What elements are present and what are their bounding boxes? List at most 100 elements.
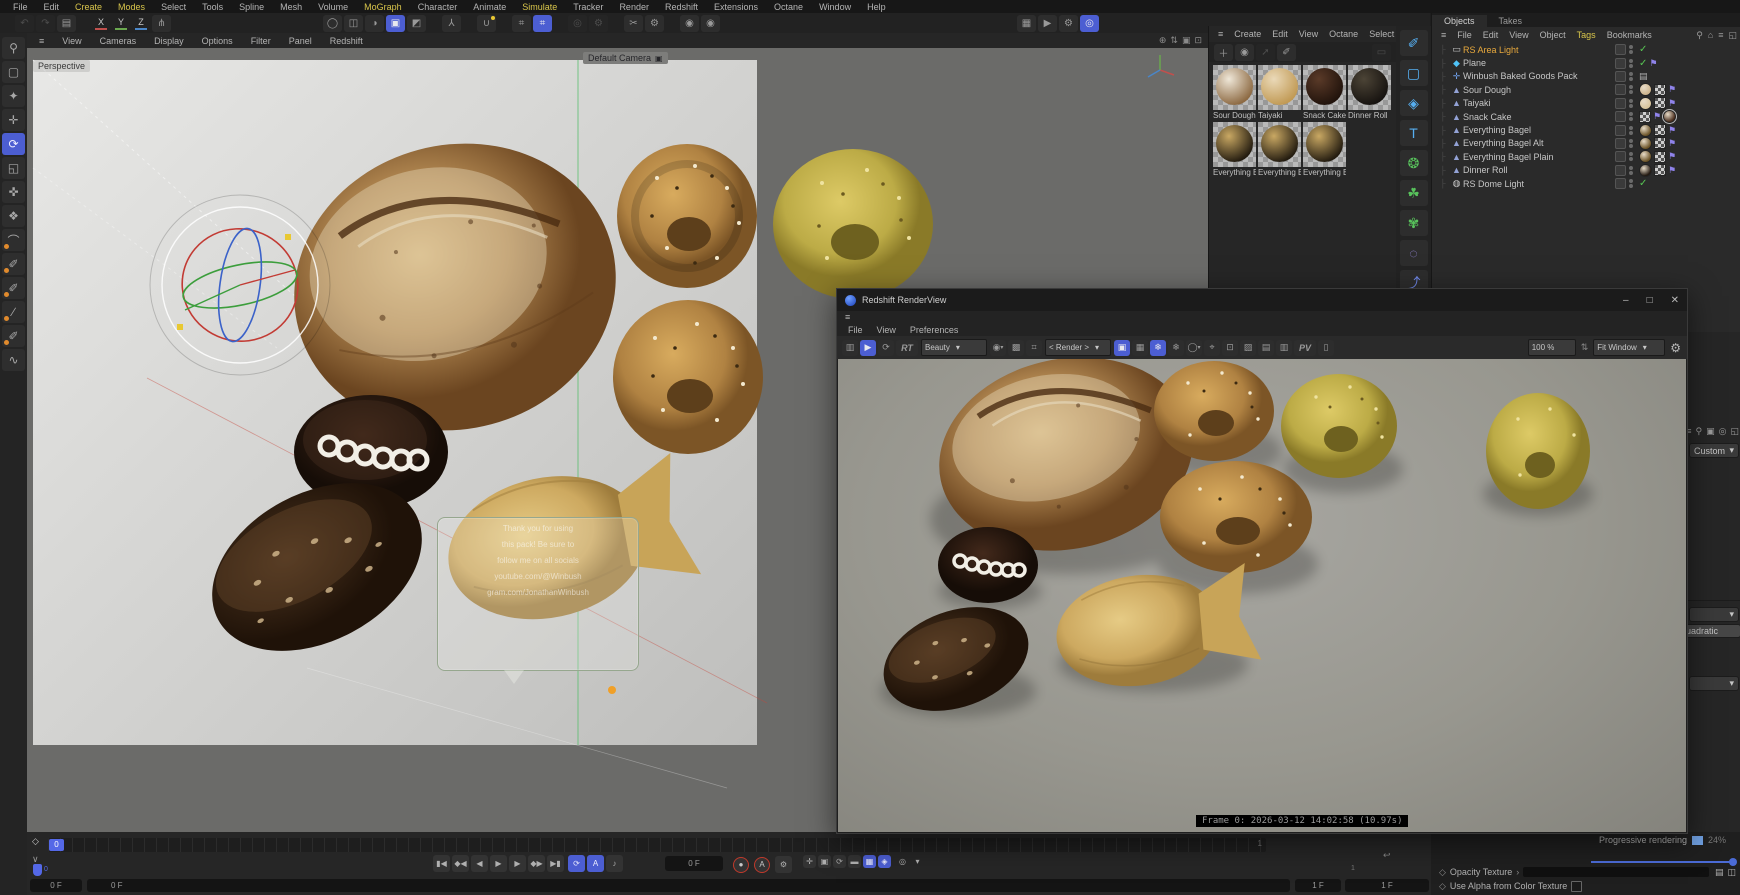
lock-render-icon[interactable]: ▣ [1114, 339, 1130, 356]
custom-preset-select[interactable]: Custom ▾ [1689, 443, 1739, 458]
visibility-dots[interactable] [1629, 165, 1633, 175]
phong-tag-icon[interactable]: ⚑ [1668, 151, 1676, 162]
zoom-level-field[interactable]: 100 % [1527, 339, 1576, 356]
everything-bagel-alt[interactable] [613, 300, 763, 454]
material-menu-edit[interactable]: Edit [1267, 29, 1293, 39]
uvw-tag-icon[interactable] [1654, 97, 1666, 110]
text-spline-icon[interactable]: T [1399, 120, 1428, 146]
axis-center-icon[interactable]: ◉ [701, 14, 720, 32]
cloner-icon[interactable]: ☘ [1399, 180, 1428, 206]
renderview-menu-preferences[interactable]: Preferences [903, 325, 966, 335]
object-row-everything-bagel-alt[interactable]: ├ ▲ Everything Bagel Alt ⚑ [1432, 136, 1740, 150]
quadratic-select[interactable]: uadratic [1681, 624, 1740, 638]
spline-point-icon[interactable]: ✐ [2, 277, 25, 299]
save-image-icon[interactable]: ▤ [1258, 339, 1274, 356]
visibility-dots[interactable] [1629, 45, 1633, 55]
phong-tag-icon[interactable]: ⚑ [1668, 84, 1676, 95]
render-image[interactable]: Frame 0: 2026-03-12 14:02:58 (10.97s) [838, 359, 1686, 832]
maximize-button[interactable]: □ [1647, 295, 1653, 306]
object-row-taiyaki[interactable]: ├ ▲ Taiyaki ⚑ [1432, 96, 1740, 110]
material-tag-icon[interactable] [1639, 96, 1652, 110]
tab-objects[interactable]: Objects [1432, 15, 1487, 27]
material-everything-b[interactable]: Everything B [1213, 122, 1256, 177]
tab-takes[interactable]: Takes [1487, 15, 1535, 27]
autokey-button[interactable]: A [754, 856, 770, 873]
prev-frame-button[interactable]: ◀ [471, 855, 488, 872]
render-settings-icon[interactable]: ⚙ [1059, 14, 1078, 32]
rt-toggle[interactable]: RT [896, 339, 918, 356]
visibility-dots[interactable] [1629, 138, 1633, 148]
visibility-dots[interactable] [1629, 179, 1633, 189]
undo-icon[interactable]: ↶ [15, 14, 34, 32]
visibility-dots[interactable] [1629, 98, 1633, 108]
menu-help[interactable]: Help [860, 2, 893, 12]
material-everything-b[interactable]: Everything B [1303, 122, 1346, 177]
load-material-icon[interactable]: ➚ [1256, 43, 1275, 61]
uvw-tag-icon[interactable] [1639, 110, 1651, 123]
content-browser-icon[interactable]: ▤ [57, 14, 76, 32]
loop-button[interactable]: ⟳ [568, 855, 585, 872]
layer-box[interactable] [1615, 137, 1626, 149]
eyedropper-icon[interactable]: ✐ [1277, 43, 1296, 61]
material-thumbnail[interactable] [1213, 122, 1256, 167]
mode-select[interactable]: ▾ [1689, 676, 1739, 691]
live-selection-icon[interactable]: ▢ [2, 61, 25, 83]
layer-box[interactable] [1615, 164, 1626, 176]
spline-point[interactable] [608, 686, 616, 694]
home-icon[interactable]: ⌂ [1708, 30, 1713, 40]
move-icon[interactable]: ✛ [2, 109, 25, 131]
material-tag-icon[interactable] [1639, 123, 1652, 137]
prev-key-button[interactable]: ◆◀ [452, 855, 469, 872]
snap-icon[interactable]: ∪ [477, 14, 496, 32]
to-pv-icon[interactable]: PV [1294, 339, 1316, 356]
material-menu-view[interactable]: View [1294, 29, 1323, 39]
material-thumbnail[interactable] [1213, 65, 1256, 110]
material-dinner-roll[interactable]: Dinner Roll [1348, 65, 1391, 120]
goto-start-button[interactable]: ▮◀ [433, 855, 450, 872]
visibility-dots[interactable] [1629, 85, 1633, 95]
renderview-titlebar[interactable]: Redshift RenderView – □ ✕ [837, 289, 1687, 311]
spline-pen-tool-icon[interactable]: ✐ [1399, 30, 1428, 56]
everything-bagel[interactable] [617, 144, 757, 288]
layer-box[interactable] [1615, 151, 1626, 163]
aov-select[interactable]: Beauty ▾ [921, 339, 987, 356]
visibility-dots[interactable] [1629, 125, 1633, 135]
zoom-stepper[interactable]: ⇅ [1581, 342, 1589, 353]
popout-icon[interactable]: ◱ [1728, 30, 1737, 41]
range-slider[interactable]: 0 F [87, 879, 1290, 892]
menu-spline[interactable]: Spline [232, 2, 271, 12]
add-material-icon[interactable]: ＋ [1214, 43, 1233, 61]
layer-box[interactable] [1615, 57, 1626, 69]
material-everything-b[interactable]: Everything B [1258, 122, 1301, 177]
snapshot-b-icon[interactable]: ❄ [1168, 339, 1184, 356]
menu-modes[interactable]: Modes [111, 2, 152, 12]
layer-box[interactable] [1615, 178, 1626, 190]
material-thumbnail[interactable] [1258, 65, 1301, 110]
render-pv-icon[interactable]: ▶ [1038, 14, 1057, 32]
vp-maximize-icon[interactable]: ▣ [1182, 35, 1191, 46]
renderview-settings-icon[interactable]: ⚙ [1670, 341, 1681, 355]
key-rotation-icon[interactable]: ⟳ [833, 855, 846, 868]
enabled-check-icon[interactable]: ✓ [1639, 44, 1647, 55]
animation-mode-icon[interactable]: ◩ [407, 14, 426, 32]
material-taiyaki[interactable]: Taiyaki [1258, 65, 1301, 120]
object-menu-tags[interactable]: Tags [1572, 30, 1601, 40]
layer-box[interactable] [1615, 111, 1626, 123]
viewport-menu-view[interactable]: View [54, 36, 89, 46]
uvw-tag-icon[interactable] [1654, 83, 1666, 96]
autokey-range-button[interactable]: A [587, 855, 604, 872]
viewport-menu-display[interactable]: Display [146, 36, 192, 46]
character-tools-icon[interactable]: ⅄ [442, 14, 461, 32]
menu-select[interactable]: Select [154, 2, 193, 12]
visibility-dots[interactable] [1629, 112, 1633, 122]
object-menu-view[interactable]: View [1504, 30, 1533, 40]
enabled-check-icon[interactable]: ✓ [1639, 178, 1647, 189]
attr-arrow-icon[interactable]: › [1516, 867, 1519, 877]
enabled-check-icon[interactable]: ✓ [1639, 58, 1647, 69]
crop-icon[interactable]: ⌗ [1026, 339, 1042, 356]
menu-character[interactable]: Character [411, 2, 465, 12]
material-menu-create[interactable]: Create [1229, 29, 1266, 39]
material-thumbnail[interactable] [1258, 122, 1301, 167]
menu-simulate[interactable]: Simulate [515, 2, 564, 12]
mirror-gear-icon[interactable]: ⚙ [645, 14, 664, 32]
